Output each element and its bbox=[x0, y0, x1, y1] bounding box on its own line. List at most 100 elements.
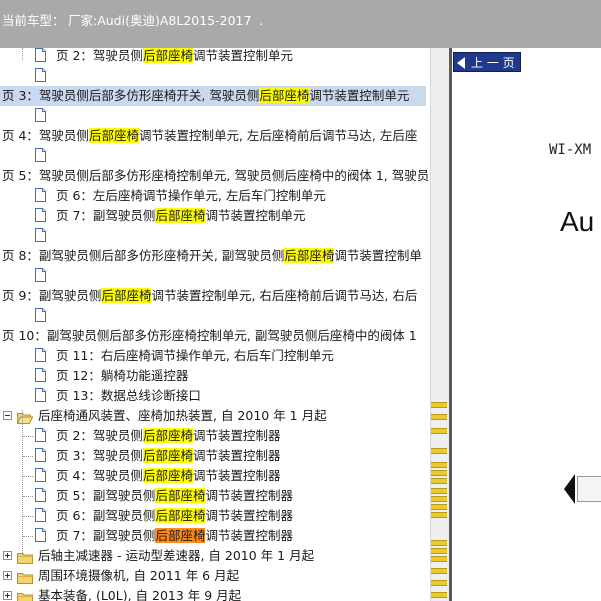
tree-row[interactable] bbox=[0, 266, 430, 286]
tree-row-label: 页 11：右后座椅调节操作单元, 右后车门控制单元 bbox=[56, 348, 334, 363]
scrollbar-match-marker bbox=[431, 478, 447, 484]
tree-row[interactable] bbox=[0, 66, 430, 86]
tree-row[interactable]: 页 7：副驾驶员侧后部座椅调节装置控制单元 bbox=[0, 206, 430, 226]
scrollbar-match-marker bbox=[431, 548, 447, 554]
folder-icon bbox=[17, 590, 33, 601]
tree-guide-line bbox=[23, 536, 33, 537]
search-highlight: 后部座椅 bbox=[101, 288, 152, 303]
scrollbar-match-marker bbox=[431, 496, 447, 502]
search-highlight: 后部座椅 bbox=[155, 528, 206, 543]
tree-row-label: 页 5：驾驶员侧后部多仿形座椅控制单元, 驾驶员侧后座椅中的阀体 1, 驾驶员 bbox=[2, 168, 430, 183]
expand-icon[interactable] bbox=[3, 571, 12, 580]
page-icon bbox=[35, 108, 46, 122]
tree-row[interactable] bbox=[0, 306, 430, 326]
search-highlight: 后部座椅 bbox=[142, 468, 193, 483]
scrollbar-match-marker bbox=[431, 556, 447, 562]
scrollbar-match-marker bbox=[431, 568, 447, 574]
scrollbar-match-marker bbox=[431, 580, 447, 586]
tree-row[interactable]: 页 12：躺椅功能遥控器 bbox=[0, 366, 430, 386]
tree-row[interactable]: 页 5：驾驶员侧后部多仿形座椅控制单元, 驾驶员侧后座椅中的阀体 1, 驾驶员 bbox=[0, 166, 430, 186]
tree-guide-line bbox=[22, 48, 23, 60]
tree-row-label: 页 5：副驾驶员侧后部座椅调节装置控制器 bbox=[56, 488, 293, 503]
page-icon bbox=[35, 188, 46, 202]
document-tree[interactable]: 页 2：驾驶员侧后部座椅调节装置控制单元页 3：驾驶员侧后部多仿形座椅开关, 驾… bbox=[0, 48, 430, 601]
tree-scrollbar[interactable] bbox=[430, 48, 450, 601]
tree-row[interactable]: 页 5：副驾驶员侧后部座椅调节装置控制器 bbox=[0, 486, 430, 506]
tree-guide-line bbox=[23, 436, 33, 437]
tree-row-label: 页 9：副驾驶员侧后部座椅调节装置控制单元, 右后座椅前后调节马达, 右后 bbox=[2, 288, 418, 303]
scrollbar-match-marker bbox=[431, 462, 447, 468]
tree-row[interactable]: 页 11：右后座椅调节操作单元, 右后车门控制单元 bbox=[0, 346, 430, 366]
page-icon bbox=[35, 388, 46, 402]
search-highlight: 后部座椅 bbox=[155, 488, 206, 503]
search-highlight: 后部座椅 bbox=[259, 88, 310, 103]
scrollbar-match-marker bbox=[431, 470, 447, 476]
tree-row[interactable]: 页 4：驾驶员侧后部座椅调节装置控制单元, 左后座椅前后调节马达, 左后座 bbox=[0, 126, 430, 146]
search-highlight: 后部座椅 bbox=[284, 248, 335, 263]
tree-guide-line bbox=[23, 456, 33, 457]
page-icon bbox=[35, 488, 46, 502]
page-icon bbox=[35, 508, 46, 522]
tree-row[interactable]: 页 6：副驾驶员侧后部座椅调节装置控制器 bbox=[0, 506, 430, 526]
page-icon bbox=[35, 468, 46, 482]
tree-row-label: 周围环境摄像机, 自 2011 年 6 月起 bbox=[38, 568, 240, 583]
page-icon bbox=[35, 68, 46, 82]
tree-row[interactable] bbox=[0, 106, 430, 126]
expand-icon[interactable] bbox=[3, 551, 12, 560]
tree-guide-line bbox=[23, 476, 33, 477]
tree-row[interactable] bbox=[0, 226, 430, 246]
scrollbar-match-marker bbox=[431, 488, 447, 494]
collapse-icon[interactable] bbox=[3, 411, 12, 420]
doc-brand-text: Au bbox=[560, 206, 595, 237]
document-viewer: 上 一 页 WI-XM Au bbox=[452, 48, 601, 601]
tree-row[interactable]: 页 9：副驾驶员侧后部座椅调节装置控制单元, 右后座椅前后调节马达, 右后 bbox=[0, 286, 430, 306]
tree-row[interactable]: 页 2：驾驶员侧后部座椅调节装置控制单元 bbox=[0, 48, 430, 66]
vehicle-info-bar: 当前车型： 厂家:Audi(奥迪)A8L2015-2017 . bbox=[0, 0, 601, 48]
vehicle-label: 当前车型： bbox=[2, 13, 65, 28]
scrollbar-match-marker bbox=[431, 448, 447, 454]
tree-row[interactable]: 后轴主减速器 - 运动型差速器, 自 2010 年 1 月起 bbox=[0, 546, 430, 566]
tree-guide-line bbox=[23, 496, 33, 497]
search-highlight: 后部座椅 bbox=[155, 208, 206, 223]
tree-row[interactable]: 页 6：左后座椅调节操作单元, 左后车门控制单元 bbox=[0, 186, 430, 206]
tree-row-label: 页 7：副驾驶员侧后部座椅调节装置控制单元 bbox=[56, 208, 306, 223]
tree-row[interactable]: 基本装备, (L0L), 自 2013 年 9 月起 bbox=[0, 586, 430, 601]
scrollbar-match-marker bbox=[431, 504, 447, 510]
page-icon bbox=[35, 348, 46, 362]
scrollbar-match-marker bbox=[431, 414, 447, 420]
tree-row-label: 后座椅通风装置、座椅加热装置, 自 2010 年 1 月起 bbox=[38, 408, 327, 423]
tree-row[interactable]: 页 3：驾驶员侧后部座椅调节装置控制器 bbox=[0, 446, 430, 466]
tree-row[interactable]: 页 8：副驾驶员侧后部多仿形座椅开关, 副驾驶员侧后部座椅调节装置控制单 bbox=[0, 246, 430, 266]
tree-row[interactable]: 页 2：驾驶员侧后部座椅调节装置控制器 bbox=[0, 426, 430, 446]
triangle-left-icon[interactable] bbox=[564, 474, 575, 504]
tree-row[interactable] bbox=[0, 146, 430, 166]
tree-row[interactable]: 周围环境摄像机, 自 2011 年 6 月起 bbox=[0, 566, 430, 586]
tree-row[interactable]: 页 10：副驾驶员侧后部多仿形座椅控制单元, 副驾驶员侧后座椅中的阀体 1 bbox=[0, 326, 430, 346]
tree-row[interactable]: 后座椅通风装置、座椅加热装置, 自 2010 年 1 月起 bbox=[0, 406, 430, 426]
tree-row-label: 页 7：副驾驶员侧后部座椅调节装置控制器 bbox=[56, 528, 293, 543]
tree-row-label: 页 3：驾驶员侧后部座椅调节装置控制器 bbox=[56, 448, 281, 463]
page-icon bbox=[35, 308, 46, 322]
search-highlight: 后部座椅 bbox=[155, 508, 206, 523]
tree-row-label: 页 3：驾驶员侧后部多仿形座椅开关, 驾驶员侧后部座椅调节装置控制单元 bbox=[2, 88, 410, 103]
tree-row[interactable]: 页 7：副驾驶员侧后部座椅调节装置控制器 bbox=[0, 526, 430, 546]
scrollbar-match-marker bbox=[431, 428, 447, 434]
tree-row[interactable]: 页 3：驾驶员侧后部多仿形座椅开关, 驾驶员侧后部座椅调节装置控制单元 bbox=[0, 86, 426, 106]
tree-row[interactable]: 页 4：驾驶员侧后部座椅调节装置控制器 bbox=[0, 466, 430, 486]
scrollbar-match-marker bbox=[431, 592, 447, 598]
tree-row-label: 页 12：躺椅功能遥控器 bbox=[56, 368, 189, 383]
page-icon bbox=[35, 228, 46, 242]
expand-icon[interactable] bbox=[3, 591, 12, 600]
tree-row-label: 页 6：左后座椅调节操作单元, 左后车门控制单元 bbox=[56, 188, 326, 203]
search-highlight: 后部座椅 bbox=[142, 448, 193, 463]
tree-row-label: 页 2：驾驶员侧后部座椅调节装置控制单元 bbox=[56, 48, 293, 63]
doc-code-text: WI-XM bbox=[549, 142, 592, 158]
tree-row[interactable]: 页 13：数据总线诊断接口 bbox=[0, 386, 430, 406]
page-icon bbox=[35, 268, 46, 282]
page-icon bbox=[35, 528, 46, 542]
scrollbar-match-marker bbox=[431, 402, 447, 408]
tree-row-label: 页 2：驾驶员侧后部座椅调节装置控制器 bbox=[56, 428, 281, 443]
page-nav-box[interactable] bbox=[577, 476, 601, 502]
previous-page-button[interactable]: 上 一 页 bbox=[453, 52, 521, 72]
search-highlight: 后部座椅 bbox=[88, 128, 139, 143]
